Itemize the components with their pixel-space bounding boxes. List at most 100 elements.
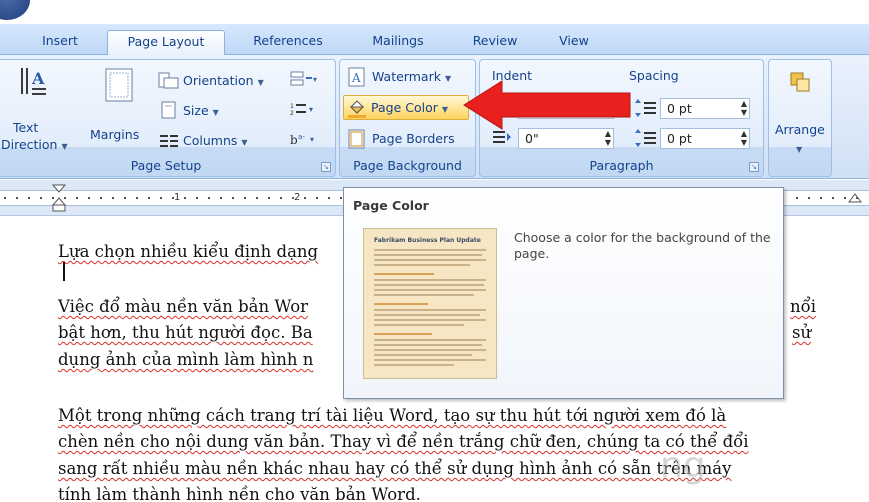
page-setup-group: A Text Direction ▼ Margins Orientation ▼ (0, 59, 336, 177)
dropdown-arrow-icon: ▼ (241, 138, 248, 147)
spacing-before-icon (635, 99, 656, 117)
paragraph-group-label: Paragraph (589, 158, 654, 173)
page-background-group-label: Page Background (353, 158, 462, 173)
margins-label: Margins (90, 127, 140, 142)
ruler-dot (808, 197, 810, 199)
tab-page-layout[interactable]: Page Layout (107, 30, 225, 56)
right-indent-icon (493, 131, 511, 143)
margins-icon (105, 68, 133, 102)
ruler-dot (136, 197, 138, 199)
breaks-button[interactable]: ▾ (289, 70, 323, 90)
ruler-dot (196, 197, 198, 199)
ruler-dot (76, 197, 78, 199)
page-background-group: A Watermark ▼ Page Color ▼ Page Borders … (339, 59, 476, 177)
arrange-icon (790, 72, 810, 92)
ruler-dot (328, 197, 330, 199)
indent-right-value: 0" (525, 131, 539, 146)
dropdown-arrow-icon: ▼ (61, 142, 68, 151)
spinner-icon[interactable]: ▲▼ (741, 129, 747, 147)
svg-text:A: A (351, 71, 361, 85)
svg-text:1: 1 (290, 103, 294, 110)
red-arrow-annotation (463, 80, 631, 130)
page-color-label: Page Color (371, 100, 438, 115)
columns-button[interactable]: Columns ▼ (157, 130, 267, 152)
line-numbers-icon: 12 ▾ (290, 103, 313, 117)
ruler-dot (292, 197, 294, 199)
text-direction-button[interactable]: A Text Direction ▼ (1, 62, 68, 154)
svg-text:2: 2 (290, 110, 294, 117)
arrange-label: Arrange (775, 122, 825, 137)
document-line-fragment: nổi (790, 297, 816, 316)
ruler-dot (112, 197, 114, 199)
right-indent-marker-icon[interactable] (848, 192, 862, 206)
hyphenation-button[interactable]: b a- ▾ (289, 130, 323, 150)
orientation-label: Orientation (183, 73, 254, 88)
ruler-dot (220, 197, 222, 199)
ruler-dot (184, 197, 186, 199)
ruler-dot (208, 197, 210, 199)
ruler-dot (100, 197, 102, 199)
hyphenation-icon: b a- ▾ (290, 133, 314, 147)
ruler-dot (64, 197, 66, 199)
indent-right-field[interactable]: 0" ▲ ▼ (518, 128, 614, 149)
dropdown-arrow-icon: ▼ (441, 105, 449, 114)
ruler-dot (280, 197, 282, 199)
watermark-label: Watermark (372, 69, 441, 84)
arrange-button[interactable]: Arrange ▼ (771, 62, 829, 172)
svg-text:▾: ▾ (309, 105, 313, 114)
margins-button[interactable]: Margins (85, 62, 147, 154)
document-line: chèn nền cho nội dung văn bản. Thay vì đ… (58, 432, 749, 451)
svg-text:a-: a- (298, 133, 305, 141)
ruler-number: 1 (174, 192, 181, 203)
document-line-fragment: sử (792, 323, 812, 342)
spacing-after-icon (635, 129, 656, 147)
ruler-dot (16, 197, 18, 199)
document-line: Một trong những cách trang trí tài liệu … (58, 406, 727, 425)
watermark-icon: A (348, 67, 365, 87)
tab-view[interactable]: View (544, 30, 604, 55)
size-button[interactable]: Size ▼ (157, 100, 237, 122)
orientation-icon (158, 72, 179, 89)
document-line: Việc đổ màu nền văn bản Wor (58, 297, 309, 316)
document-line: dụng ảnh của mình làm hình n (58, 350, 314, 369)
watermark-button[interactable]: A Watermark ▼ (346, 66, 472, 88)
page-setup-launcher-icon[interactable]: ↘ (321, 162, 331, 172)
page-borders-button[interactable]: Page Borders (346, 128, 472, 150)
ruler-dot (340, 197, 342, 199)
ruler-dot (304, 197, 306, 199)
ruler-dot (124, 197, 126, 199)
arrange-group: Arrange ▼ (768, 59, 832, 177)
line-numbers-button[interactable]: 1 2 ▾ (289, 100, 323, 120)
page-preview-thumbnail: Fabrikam Business Plan Update (363, 228, 497, 379)
spinner-icon[interactable]: ▲▼ (605, 129, 611, 147)
ruler-dot (148, 197, 150, 199)
ruler-dot (4, 197, 6, 199)
size-label: Size (183, 103, 209, 118)
tab-insert[interactable]: Insert (28, 30, 92, 55)
tab-review[interactable]: Review (463, 30, 527, 55)
page-color-button[interactable]: Page Color ▼ (343, 95, 469, 120)
title-bar (0, 0, 869, 24)
tab-mailings[interactable]: Mailings (353, 30, 443, 55)
ruler-dot (40, 197, 42, 199)
tab-references[interactable]: References (236, 30, 340, 55)
spacing-after-field[interactable]: 0 pt ▲ ▼ (660, 128, 750, 149)
ruler-dot (172, 197, 174, 199)
thumbnail-title: Fabrikam Business Plan Update (374, 237, 481, 244)
ribbon: A Text Direction ▼ Margins Orientation ▼ (0, 55, 869, 179)
tooltip-title: Page Color (353, 198, 429, 213)
spacing-before-value: 0 pt (667, 101, 692, 116)
spacing-before-field[interactable]: 0 pt ▲ ▼ (660, 98, 750, 119)
spacing-header: Spacing (629, 68, 679, 83)
ruler-number: 2 (294, 192, 301, 203)
site-watermark: ng (660, 445, 706, 486)
paragraph-launcher-icon[interactable]: ↘ (749, 162, 759, 172)
ruler-dot (88, 197, 90, 199)
dropdown-arrow-icon: ▼ (257, 78, 264, 87)
ruler-dot (268, 197, 270, 199)
spinner-icon[interactable]: ▲▼ (741, 99, 747, 117)
office-button[interactable] (0, 0, 30, 20)
orientation-button[interactable]: Orientation ▼ (157, 70, 287, 92)
svg-text:b: b (290, 133, 298, 147)
ruler-dot (856, 197, 858, 199)
